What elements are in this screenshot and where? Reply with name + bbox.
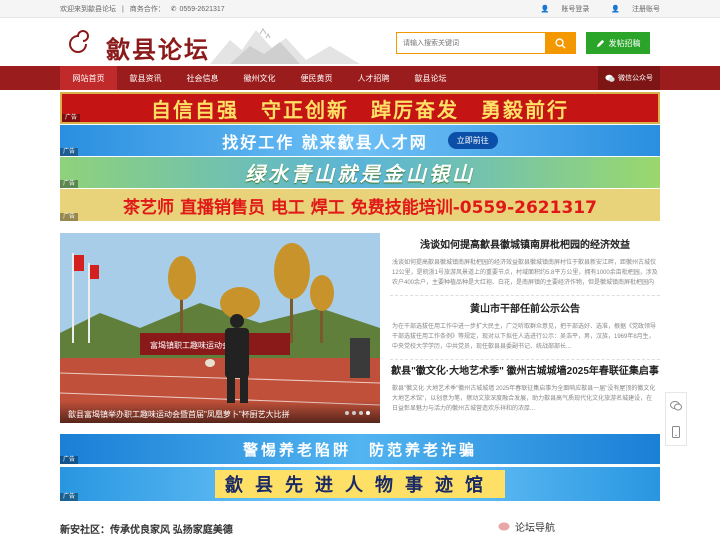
slide-photo: 富堨镇职工趣味运动会 — [60, 233, 380, 423]
header: 歙县论坛 发帖招稿 — [60, 18, 660, 66]
banner-text: 自信自强 守正创新 踔厉奋发 勇毅前行 — [151, 97, 569, 122]
banner-text: 歙县先进人物事迹馆 — [215, 470, 505, 498]
business-label: 商务合作： — [129, 6, 165, 13]
forum-nav-label: 论坛导航 — [515, 523, 555, 534]
banner-text: 警惕养老陷阱 防范养老诈骗 — [242, 440, 477, 459]
headline-news-list: 浅谈如何提高歙县徽城镇南屏枇杷园的经济效益 浅谈如何提高歙县徽城镇南屏枇杷园的经… — [390, 233, 660, 423]
phone-number: 0559-2621317 — [179, 6, 225, 13]
news-summary: 歙县"徽文化·大地艺术季"徽州古城城墙 2025年春联征集启事为全面响应歙县一届… — [392, 386, 656, 412]
banner-text: 茶艺师 直播销售员 电工 焊工 免费技能培训-0559-2621317 — [123, 197, 597, 218]
nav-item-social[interactable]: 社会信息 — [174, 66, 231, 90]
news-summary: 为在干部选拔任用工作中进一步扩大民主，广泛听取群众意见，把干部选好、选准，根据《… — [392, 324, 657, 350]
nav-item-forum[interactable]: 歙县论坛 — [402, 66, 459, 90]
section-title[interactable]: 新安社区：传承优良家风 弘扬家庭美德 — [60, 521, 233, 536]
wechat-icon — [605, 74, 615, 82]
news-title[interactable]: 浅谈如何提高歙县徽城镇南屏枇杷园的经济效益 — [390, 239, 660, 253]
slide-dot-active[interactable] — [366, 411, 370, 415]
nav-item-jobs[interactable]: 人才招聘 — [345, 66, 402, 90]
news-slideshow[interactable]: 富堨镇职工趣味运动会 歙县富堨镇举办职工趣味运动会暨首届"凤凰萝卜"杯厨艺大比拼 — [60, 233, 380, 423]
divider: | — [121, 6, 124, 13]
ad-banner-green[interactable]: 绿水青山就是金山银山 广告 — [60, 157, 660, 188]
slide-dot[interactable] — [345, 411, 349, 415]
ad-label: 广告 — [60, 456, 79, 464]
welcome-text: 欢迎来到歙县论坛 — [60, 6, 116, 13]
search-box — [396, 32, 576, 54]
slide-banner-text: 富堨镇职工趣味运动会 — [150, 340, 230, 350]
slide-caption[interactable]: 歙县富堨镇举办职工趣味运动会暨首届"凤凰萝卜"杯厨艺大比拼 — [60, 401, 380, 423]
ad-label: 广告 — [60, 493, 79, 501]
login-link[interactable]: 👤 账号登录 — [531, 6, 590, 13]
mobile-icon[interactable] — [672, 425, 680, 438]
go-now-button[interactable]: 立即前往 — [447, 132, 498, 149]
slide-dot[interactable] — [352, 411, 356, 415]
news-summary: 浅谈如何提高歙县徽城镇南屏枇杷园的经济效益歙县徽城镇南屏村位于歙县新安江畔，距徽… — [392, 260, 658, 286]
ad-banner-training[interactable]: 茶艺师 直播销售员 电工 焊工 免费技能培训-0559-2621317 广告 — [60, 189, 660, 221]
nav-item-home[interactable]: 网站首页 — [60, 66, 117, 90]
pencil-icon — [596, 39, 604, 47]
page: 欢迎来到歙县论坛 | 商务合作： ✆ 0559-2621317 👤 账号登录 👤… — [0, 0, 720, 540]
ad-label: 广告 — [60, 148, 79, 156]
top-utility-bar: 欢迎来到歙县论坛 | 商务合作： ✆ 0559-2621317 👤 账号登录 👤… — [0, 0, 720, 18]
news-item[interactable]: 浅谈如何提高歙县徽城镇南屏枇杷园的经济效益 浅谈如何提高歙县徽城镇南屏枇杷园的经… — [390, 239, 660, 288]
ad-banner-hall[interactable]: 歙县先进人物事迹馆 广告 — [60, 467, 660, 501]
post-button-label: 发帖招稿 — [608, 38, 641, 48]
divider — [390, 359, 660, 360]
wechat-button[interactable]: 微信公众号 — [598, 66, 660, 90]
ad-label: 广告 — [60, 213, 79, 221]
search-input[interactable] — [397, 33, 547, 53]
ad-label: 广告 — [62, 114, 81, 122]
chat-icon — [498, 522, 510, 530]
user-icon: 👤 — [540, 6, 552, 13]
ad-label: 广告 — [60, 180, 79, 188]
search-icon — [554, 37, 566, 49]
search-button[interactable] — [545, 33, 575, 53]
floating-toolbar — [665, 392, 687, 446]
post-button[interactable]: 发帖招稿 — [586, 32, 650, 54]
divider — [390, 295, 660, 296]
wechat-icon[interactable] — [670, 400, 682, 411]
main-nav: 网站首页 歙县资讯 社会信息 徽州文化 便民黄页 人才招聘 歙县论坛 微信公众号 — [0, 66, 720, 90]
slide-dots — [345, 411, 370, 415]
user-icon: 👤 — [611, 6, 622, 13]
wechat-label: 微信公众号 — [618, 75, 653, 82]
ad-banner-jobs[interactable]: 找好工作 就来歙县人才网 立即前往 广告 — [60, 125, 660, 156]
register-link[interactable]: 👤 注册账号 — [601, 6, 660, 13]
slide-dot[interactable] — [359, 411, 363, 415]
nav-item-yellow-pages[interactable]: 便民黄页 — [288, 66, 345, 90]
ad-banner-anti-fraud[interactable]: 警惕养老陷阱 防范养老诈骗 广告 — [60, 434, 660, 464]
site-logo[interactable]: 歙县论坛 — [60, 20, 360, 66]
news-title[interactable]: 歙县"徽文化·大地艺术季" 徽州古城城墙2025年春联征集启事 — [390, 365, 660, 379]
nav-item-culture[interactable]: 徽州文化 — [231, 66, 288, 90]
news-item[interactable]: 黄山市干部任前公示公告 为在干部选拔任用工作中进一步扩大民主，广泛听取群众意见，… — [390, 303, 660, 352]
nav-item-news[interactable]: 歙县资讯 — [117, 66, 174, 90]
banner-text: 绿水青山就是金山银山 — [245, 162, 475, 186]
forum-nav-heading: 论坛导航 — [498, 519, 555, 534]
logo-text: 歙县论坛 — [106, 35, 210, 64]
news-item[interactable]: 歙县"徽文化·大地艺术季" 徽州古城城墙2025年春联征集启事 歙县"徽文化·大… — [390, 365, 660, 414]
ad-banner-slogan[interactable]: 自信自强 守正创新 踔厉奋发 勇毅前行 广告 — [60, 92, 660, 124]
banner-text: 找好工作 就来歙县人才网 — [222, 132, 428, 152]
phone-icon: ✆ — [170, 6, 177, 13]
logo-mountains-icon — [69, 28, 360, 64]
news-title[interactable]: 黄山市干部任前公示公告 — [390, 303, 660, 317]
